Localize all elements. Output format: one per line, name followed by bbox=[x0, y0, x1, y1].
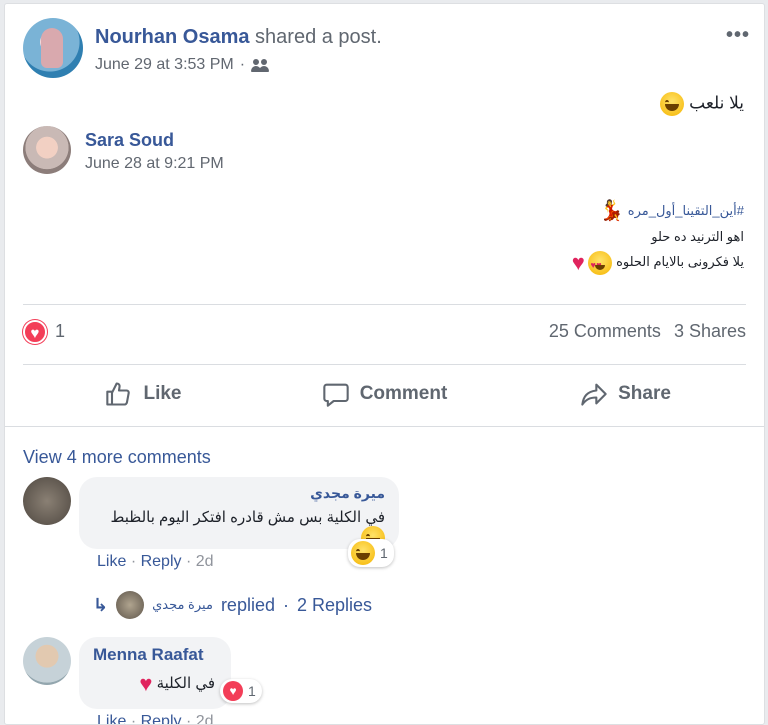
replies-count: 2 Replies bbox=[296, 594, 373, 615]
comment-date[interactable]: 2d bbox=[196, 713, 214, 724]
reaction-count[interactable]: 1 bbox=[55, 321, 65, 342]
comment-actions: Like · Reply · 2d bbox=[97, 553, 214, 571]
love-reaction-icon: ♥ bbox=[223, 681, 243, 701]
comment-text: في الكلية بس مش قادره افتكر اليوم بالظبط bbox=[110, 509, 386, 526]
author-avatar[interactable] bbox=[23, 18, 83, 78]
reaction-stats: ♥ 1 25 Comments 3 Shares bbox=[23, 316, 746, 346]
replier-name: ميرة مجدي bbox=[152, 597, 213, 612]
shared-post: Sara Soud June 28 at 9:21 PM #أين_التقين… bbox=[23, 126, 746, 286]
link-separator: · bbox=[130, 553, 137, 570]
comment-reaction-count: 1 bbox=[380, 545, 388, 561]
shared-author-name[interactable]: Sara Soud bbox=[85, 130, 174, 151]
link-separator: · bbox=[185, 553, 192, 570]
red-heart-emoji-icon: ♥ bbox=[139, 671, 153, 696]
comment-bubble-icon bbox=[322, 383, 349, 407]
link-separator: · bbox=[185, 713, 192, 725]
share-arrow-icon bbox=[581, 383, 607, 406]
comment-button[interactable]: Comment bbox=[264, 372, 505, 416]
comment-text-row: في الكلية ♥ bbox=[93, 671, 217, 697]
divider bbox=[23, 364, 746, 365]
laughing-reaction-icon bbox=[351, 541, 375, 565]
love-reaction-icon[interactable]: ♥ bbox=[23, 320, 47, 344]
comment-avatar[interactable] bbox=[23, 477, 71, 525]
heart-eyes-emoji-icon bbox=[588, 250, 613, 278]
dancer-emoji-icon: 💃 bbox=[599, 200, 625, 223]
shared-line-3-text: يلا فكرونى بالايام الحلوه bbox=[616, 254, 744, 270]
comment-like-link[interactable]: Like bbox=[97, 713, 126, 724]
post-header: Nourhan Osama shared a post. June 29 at … bbox=[23, 18, 750, 80]
share-button[interactable]: Share bbox=[505, 372, 746, 416]
shared-author-avatar[interactable] bbox=[23, 126, 71, 174]
comment-item: ميرة مجدي في الكلية بس مش قادره افتكر ال… bbox=[23, 477, 746, 587]
comments-count[interactable]: 25 Comments bbox=[549, 321, 661, 341]
comment-text-row: في الكلية بس مش قادره افتكر اليوم بالظبط bbox=[93, 508, 385, 550]
author-action: shared a post. bbox=[255, 26, 382, 48]
grinning-emoji-icon bbox=[660, 92, 685, 116]
reply-arrow-icon: ↳ bbox=[93, 594, 109, 615]
like-button[interactable]: Like bbox=[23, 372, 264, 416]
comment-reaction-count: 1 bbox=[248, 683, 256, 699]
comment-text: في الكلية bbox=[156, 674, 215, 692]
comment-reaction-badge[interactable]: 1 bbox=[348, 539, 394, 567]
share-label: Share bbox=[618, 383, 671, 404]
comment-like-link[interactable]: Like bbox=[97, 553, 126, 570]
comment-reaction-badge[interactable]: ♥ 1 bbox=[220, 679, 262, 703]
comment-author[interactable]: ميرة مجدي bbox=[93, 485, 385, 502]
author-line: Nourhan Osama shared a post. bbox=[95, 26, 382, 49]
post-meta: June 29 at 3:53 PM · bbox=[95, 56, 269, 74]
reply-separator: · bbox=[282, 594, 289, 615]
post-text-content: يلا نلعب bbox=[689, 93, 744, 113]
comment-label: Comment bbox=[359, 383, 448, 404]
comment-reply-link[interactable]: Reply bbox=[141, 713, 182, 724]
more-options-icon[interactable]: ••• bbox=[726, 24, 750, 47]
shared-line-2: اهو الترنيد ده حلو bbox=[651, 229, 744, 245]
shared-line-3: يلا فكرونى بالايام الحلوه ♥ bbox=[571, 249, 744, 278]
comment-avatar[interactable] bbox=[23, 637, 71, 685]
like-label: Like bbox=[143, 383, 182, 404]
comment-date[interactable]: 2d bbox=[196, 553, 214, 570]
view-more-comments-link[interactable]: View 4 more comments bbox=[23, 447, 211, 468]
comments-section: View 4 more comments ميرة مجدي في الكلية… bbox=[5, 426, 764, 724]
comment-bubble: Menna Raafat في الكلية ♥ bbox=[79, 637, 231, 709]
link-separator: · bbox=[130, 713, 137, 725]
post-card: Nourhan Osama shared a post. June 29 at … bbox=[4, 3, 765, 725]
shared-post-body: #أين_التقينا_أول_مره 💃 اهو الترنيد ده حل… bbox=[571, 198, 744, 278]
replied-label: replied bbox=[220, 594, 275, 615]
hashtag-link[interactable]: #أين_التقينا_أول_مره bbox=[628, 203, 744, 218]
comment-reply-link[interactable]: Reply bbox=[141, 553, 182, 570]
shared-line-1: #أين_التقينا_أول_مره 💃 bbox=[572, 198, 744, 224]
comment-share-counts: 25 Comments 3 Shares bbox=[541, 321, 746, 342]
shares-count[interactable]: 3 Shares bbox=[674, 321, 746, 341]
post-timestamp[interactable]: June 29 at 3:53 PM bbox=[95, 56, 234, 74]
comment-author[interactable]: Menna Raafat bbox=[93, 645, 217, 665]
divider bbox=[23, 304, 746, 305]
action-bar: Like Comment Share bbox=[23, 372, 746, 416]
comment-bubble: ميرة مجدي في الكلية بس مش قادره افتكر ال… bbox=[79, 477, 399, 550]
thumbs-up-icon bbox=[106, 382, 131, 406]
shared-post-timestamp[interactable]: June 28 at 9:21 PM bbox=[85, 155, 224, 173]
comment-item: Menna Raafat في الكلية ♥ ♥ 1 Like · Repl… bbox=[23, 637, 746, 725]
red-heart-emoji-icon: ♥ bbox=[571, 250, 585, 276]
author-name[interactable]: Nourhan Osama bbox=[95, 26, 249, 48]
comment-actions: Like · Reply · 2d bbox=[97, 713, 214, 725]
meta-separator: · bbox=[239, 56, 246, 73]
reply-avatar bbox=[116, 591, 145, 619]
post-text: يلا نلعب bbox=[660, 92, 744, 116]
replies-summary[interactable]: ↳ ميرة مجدي replied · 2 Replies bbox=[93, 591, 372, 619]
friends-icon[interactable] bbox=[251, 58, 269, 72]
